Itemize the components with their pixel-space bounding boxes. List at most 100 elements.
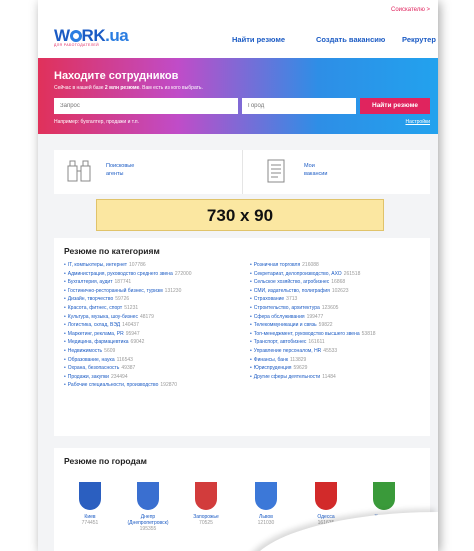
nav-create-vacancy[interactable]: Создать вакансию <box>316 35 385 44</box>
category-label[interactable]: Юриспруденция <box>254 365 292 371</box>
category-label[interactable]: Администрация, руководство среднего звен… <box>68 271 173 277</box>
category-label[interactable]: Маркетинг, реклама, PR <box>68 331 124 337</box>
city-item[interactable]: Днепр (Днепропетровск) 195355 <box>120 482 176 532</box>
category-item[interactable]: Администрация, руководство среднего звен… <box>64 270 192 279</box>
category-item[interactable]: Секретариат, делопроизводство, АХО261518 <box>250 270 376 279</box>
category-label[interactable]: Медицина, фармацевтика <box>68 339 129 345</box>
category-item[interactable]: Телекоммуникации и связь59822 <box>250 321 376 330</box>
category-count: 45533 <box>323 347 338 354</box>
category-item[interactable]: Дизайн, творчество59726 <box>64 295 192 304</box>
category-item[interactable]: Логистика, склад, ВЭД140437 <box>64 321 192 330</box>
category-count: 69042 <box>130 339 145 346</box>
find-resume-button[interactable]: Найти резюме <box>360 98 430 114</box>
category-count: 49387 <box>121 365 136 372</box>
category-count: 123605 <box>321 304 339 311</box>
category-count: 140437 <box>122 322 139 329</box>
category-item[interactable]: Медицина, фармацевтика69042 <box>64 338 192 347</box>
nav-find-resume[interactable]: Найти резюме <box>232 35 285 44</box>
category-count: 59726 <box>115 296 130 303</box>
search-example: Например: бухгалтер, продажи и т.п. <box>54 119 139 125</box>
category-item[interactable]: Маркетинг, реклама, PR95947 <box>64 330 192 339</box>
category-label[interactable]: IT, компьютеры, интернет <box>68 262 127 268</box>
category-item[interactable]: Другие сферы деятельности11484 <box>250 373 376 382</box>
category-item[interactable]: Юриспруденция59629 <box>250 364 376 373</box>
category-label[interactable]: Сельское хозяйство, агробизнес <box>254 279 330 285</box>
city-input[interactable] <box>242 98 356 114</box>
cities-title: Резюме по городам <box>64 456 147 466</box>
category-item[interactable]: Управление персоналом, HR45533 <box>250 347 376 356</box>
category-item[interactable]: Розничная торговля216088 <box>250 261 376 270</box>
category-item[interactable]: Рабочие специальности, производство19287… <box>64 381 192 390</box>
category-item[interactable]: Гостинично-ресторанный бизнес, туризм131… <box>64 287 192 296</box>
search-agents-link[interactable]: Поисковые агенты <box>106 162 134 178</box>
category-label[interactable]: Телекоммуникации и связь <box>254 322 317 328</box>
city-count: 774451 <box>81 520 99 526</box>
city-item[interactable]: Запорожье 70525 <box>178 482 234 526</box>
category-label[interactable]: Продажи, закупки <box>68 374 109 380</box>
category-count: 116543 <box>116 356 133 363</box>
category-label[interactable]: Рабочие специальности, производство <box>68 382 159 388</box>
category-item[interactable]: Строительство, архитектура123605 <box>250 304 376 313</box>
category-label[interactable]: Розничная торговля <box>254 262 300 268</box>
category-count: 131230 <box>164 287 182 294</box>
category-count: 95947 <box>125 330 140 337</box>
city-crest-icon <box>137 482 159 510</box>
category-item[interactable]: Недвижимость5609 <box>64 347 192 356</box>
category-item[interactable]: Охрана, безопасность49387 <box>64 364 192 373</box>
category-label[interactable]: Финансы, банк <box>254 357 288 363</box>
category-count: 192870 <box>160 382 178 389</box>
category-item[interactable]: Транспорт, автобизнес161611 <box>250 338 376 347</box>
category-item[interactable]: Сельское хозяйство, агробизнес16868 <box>250 278 376 287</box>
category-label[interactable]: Гостинично-ресторанный бизнес, туризм <box>68 288 163 294</box>
category-item[interactable]: Красота, фитнес, спорт51231 <box>64 304 192 313</box>
category-label[interactable]: Секретариат, делопроизводство, АХО <box>254 271 342 277</box>
category-count: 59822 <box>318 322 333 329</box>
category-label[interactable]: СМИ, издательство, полиграфия <box>254 288 330 294</box>
category-count: 51231 <box>124 304 139 311</box>
advanced-settings-link[interactable]: Настройки <box>405 119 430 125</box>
category-item[interactable]: Образование, наука116543 <box>64 356 192 365</box>
city-count: 195355 <box>139 526 157 532</box>
category-item[interactable]: Бухгалтерия, аудит187741 <box>64 278 192 287</box>
city-item[interactable]: Киев 774451 <box>62 482 118 526</box>
search-input[interactable] <box>54 98 238 114</box>
category-item[interactable]: Финансы, банк113829 <box>250 356 376 365</box>
page-card: Соискателю > W RK.ua ДЛЯ РАБОТОДАТЕЛЕЙ На… <box>38 0 438 551</box>
category-item[interactable]: Сфера обслуживания199477 <box>250 313 376 322</box>
job-seeker-link[interactable]: Соискателю > <box>391 7 430 13</box>
category-item[interactable]: Топ-менеджмент, руководство высшего звен… <box>250 330 376 339</box>
category-label[interactable]: Страхование <box>254 296 284 302</box>
category-label[interactable]: Недвижимость <box>68 348 102 354</box>
category-count: 102623 <box>331 287 349 294</box>
category-count: 234494 <box>110 373 128 380</box>
category-count: 48179 <box>139 313 154 320</box>
category-label[interactable]: Сфера обслуживания <box>254 314 305 320</box>
city-name[interactable]: Днепр (Днепропетровск) <box>120 514 176 526</box>
category-label[interactable]: Дизайн, творчество <box>68 296 113 302</box>
my-vacancies-link[interactable]: Мои вакансии <box>304 162 327 178</box>
category-label[interactable]: Охрана, безопасность <box>68 365 120 371</box>
category-item[interactable]: СМИ, издательство, полиграфия102623 <box>250 287 376 296</box>
category-item[interactable]: Страхование3713 <box>250 295 376 304</box>
category-label[interactable]: Логистика, склад, ВЭД <box>68 322 120 328</box>
category-label[interactable]: Топ-менеджмент, руководство высшего звен… <box>254 331 360 337</box>
category-label[interactable]: Красота, фитнес, спорт <box>68 305 122 311</box>
category-count: 3713 <box>286 296 298 303</box>
nav-recruiter[interactable]: Рекрутер <box>402 35 436 44</box>
category-label[interactable]: Управление персоналом, HR <box>254 348 322 354</box>
category-label[interactable]: Образование, наука <box>68 357 115 363</box>
category-label[interactable]: Культура, музыка, шоу-бизнес <box>68 314 138 320</box>
city-item[interactable]: Львов 121030 <box>238 482 294 526</box>
ad-banner[interactable]: 730 x 90 <box>96 199 384 231</box>
category-item[interactable]: Продажи, закупки234494 <box>64 373 192 382</box>
category-label[interactable]: Строительство, архитектура <box>254 305 320 311</box>
category-label[interactable]: Другие сферы деятельности <box>254 374 320 380</box>
quick-links-panel: Поисковые агенты Мои вакансии <box>54 150 430 194</box>
category-item[interactable]: Культура, музыка, шоу-бизнес48179 <box>64 313 192 322</box>
hero-title: Находите сотрудников <box>54 70 179 82</box>
city-crest-icon <box>79 482 101 510</box>
binoculars-icon <box>67 160 91 182</box>
category-label[interactable]: Транспорт, автобизнес <box>254 339 307 345</box>
category-item[interactable]: IT, компьютеры, интернет107786 <box>64 261 192 270</box>
category-label[interactable]: Бухгалтерия, аудит <box>68 279 113 285</box>
